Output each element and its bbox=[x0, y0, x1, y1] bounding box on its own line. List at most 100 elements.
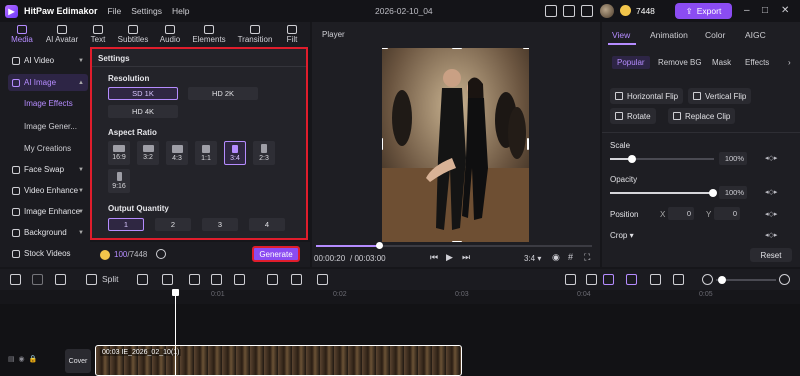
rotate-button[interactable]: Rotate bbox=[610, 108, 656, 124]
replace-clip-button[interactable]: Replace Clip bbox=[668, 108, 736, 124]
quantity-2[interactable]: 2 bbox=[155, 218, 191, 231]
delete-icon[interactable] bbox=[55, 274, 66, 285]
crop-handle[interactable] bbox=[382, 48, 388, 49]
tab-filter[interactable]: Filt bbox=[281, 22, 303, 47]
split-icon[interactable] bbox=[86, 274, 97, 285]
rotate-tool-icon[interactable] bbox=[211, 274, 222, 285]
sidebar-sub-image-generator[interactable]: Image Gener... bbox=[24, 122, 77, 131]
face-icon[interactable] bbox=[267, 274, 278, 285]
maximize-icon[interactable]: □ bbox=[762, 5, 768, 16]
fullscreen-icon[interactable]: ⛶ bbox=[584, 252, 590, 263]
magnet-icon[interactable] bbox=[603, 274, 614, 285]
scale-handle[interactable] bbox=[628, 155, 636, 163]
freeze-icon[interactable] bbox=[291, 274, 302, 285]
aspect-9-16[interactable]: 9:16 bbox=[108, 169, 130, 193]
crop-handle[interactable] bbox=[382, 138, 383, 150]
crop-handle[interactable] bbox=[452, 48, 462, 49]
aspect-2-3[interactable]: 2:3 bbox=[253, 141, 275, 165]
sidebar-item-ai-image[interactable]: AI Image ▲ bbox=[8, 74, 88, 91]
mirror-icon[interactable] bbox=[234, 274, 245, 285]
sidebar-item-face-swap[interactable]: Face Swap ▼ bbox=[8, 161, 88, 178]
aspect-select[interactable]: 3:4 ▾ bbox=[524, 254, 541, 263]
next-frame-icon[interactable]: ⏭ bbox=[462, 252, 470, 263]
scale-slider[interactable] bbox=[610, 155, 714, 163]
tab-ai-avatar[interactable]: AI Avatar bbox=[42, 22, 82, 47]
sidebar-sub-image-effects[interactable]: Image Effects bbox=[24, 99, 73, 108]
position-x-field[interactable]: 0 bbox=[668, 207, 694, 220]
opacity-handle[interactable] bbox=[709, 189, 717, 197]
prev-frame-icon[interactable]: ⏮ bbox=[430, 252, 438, 263]
tab-aigc[interactable]: AIGC bbox=[745, 30, 766, 40]
resolution-hd-4k[interactable]: HD 4K bbox=[108, 105, 178, 118]
menu-help[interactable]: Help bbox=[172, 6, 189, 16]
chevron-right-icon[interactable]: › bbox=[788, 58, 791, 67]
vertical-flip-button[interactable]: Vertical Flip bbox=[688, 88, 752, 104]
resolution-sd-1k[interactable]: SD 1K bbox=[108, 87, 178, 100]
crop-label[interactable]: Crop ▾ bbox=[610, 231, 634, 240]
voice-icon[interactable] bbox=[317, 274, 328, 285]
export-button[interactable]: ⇪ Export bbox=[675, 3, 732, 19]
position-y-field[interactable]: 0 bbox=[714, 207, 740, 220]
undo-icon[interactable] bbox=[10, 274, 21, 285]
sidebar-item-image-enhance[interactable]: Image Enhance ▼ bbox=[8, 203, 88, 220]
sidebar-item-ai-video[interactable]: AI Video ▼ bbox=[8, 52, 88, 69]
sidebar-sub-my-creations[interactable]: My Creations bbox=[24, 144, 71, 153]
playhead[interactable] bbox=[175, 290, 176, 376]
subtab-effects[interactable]: Effects bbox=[745, 58, 769, 67]
sidebar-item-background[interactable]: Background ▼ bbox=[8, 224, 88, 241]
zoom-slider[interactable] bbox=[716, 276, 776, 284]
link-icon[interactable] bbox=[626, 274, 637, 285]
aspect-16-9[interactable]: 16:9 bbox=[108, 141, 130, 165]
zoom-handle[interactable] bbox=[718, 276, 726, 284]
text-tool-icon[interactable] bbox=[137, 274, 148, 285]
quantity-4[interactable]: 4 bbox=[249, 218, 285, 231]
refresh-icon[interactable] bbox=[156, 249, 166, 259]
split-label[interactable]: Split bbox=[102, 274, 119, 284]
minimize-icon[interactable]: – bbox=[744, 5, 750, 16]
help-icon[interactable] bbox=[581, 5, 593, 17]
scrubber-handle[interactable] bbox=[376, 242, 383, 249]
unlink-icon[interactable] bbox=[650, 274, 661, 285]
keyframe-icon[interactable]: ◂◇▸ bbox=[765, 188, 777, 196]
play-icon[interactable]: ▶ bbox=[446, 252, 453, 263]
subtab-mask[interactable]: Mask bbox=[712, 58, 731, 67]
video-clip[interactable]: 00:03 IE_2026_02_10(1) bbox=[95, 345, 462, 376]
generate-button[interactable]: Generate bbox=[252, 246, 300, 262]
scale-value-field[interactable]: 100% bbox=[719, 152, 747, 165]
tab-media[interactable]: Media bbox=[8, 22, 36, 47]
close-icon[interactable]: ✕ bbox=[781, 5, 789, 16]
fit-icon[interactable] bbox=[673, 274, 684, 285]
zoom-in-icon[interactable] bbox=[779, 274, 790, 285]
aspect-3-2[interactable]: 3:2 bbox=[137, 141, 159, 165]
crop-handle[interactable] bbox=[527, 138, 529, 150]
aspect-1-1[interactable]: 1:1 bbox=[195, 141, 217, 165]
keyframe-icon[interactable]: ◂◇▸ bbox=[765, 231, 777, 239]
tab-audio[interactable]: Audio bbox=[156, 22, 184, 47]
timeline-ruler[interactable]: 0:01 0:02 0:03 0:04 0:05 bbox=[0, 290, 800, 304]
reset-button[interactable]: Reset bbox=[750, 248, 792, 262]
avatar[interactable] bbox=[600, 4, 614, 18]
keyframe-icon[interactable]: ◂◇▸ bbox=[765, 154, 777, 162]
snapshot-icon[interactable]: ◉ bbox=[552, 252, 560, 263]
speed-icon[interactable] bbox=[162, 274, 173, 285]
tab-animation[interactable]: Animation bbox=[650, 30, 688, 40]
redo-icon[interactable] bbox=[32, 274, 43, 285]
tab-view[interactable]: View bbox=[612, 30, 630, 40]
quantity-1[interactable]: 1 bbox=[108, 218, 144, 231]
menu-file[interactable]: File bbox=[108, 6, 122, 16]
cover-button[interactable]: Cover bbox=[65, 349, 91, 373]
track-controls[interactable]: ▤ ◉ 🔒 bbox=[8, 355, 37, 363]
aspect-3-4[interactable]: 3:4 bbox=[224, 141, 246, 165]
grid-icon[interactable]: # bbox=[568, 252, 573, 262]
resolution-hd-2k[interactable]: HD 2K bbox=[188, 87, 258, 100]
zoom-out-icon[interactable] bbox=[702, 274, 713, 285]
sidebar-item-video-enhance[interactable]: Video Enhance ▼ bbox=[8, 182, 88, 199]
crop-tool-icon[interactable] bbox=[189, 274, 200, 285]
opacity-value-field[interactable]: 100% bbox=[719, 186, 747, 199]
subtab-popular[interactable]: Popular bbox=[612, 56, 650, 69]
sidebar-item-stock-videos[interactable]: Stock Videos bbox=[8, 245, 88, 262]
tab-color[interactable]: Color bbox=[705, 30, 725, 40]
player-scrubber[interactable] bbox=[316, 242, 592, 249]
screen-record-icon[interactable] bbox=[586, 274, 597, 285]
menu-settings[interactable]: Settings bbox=[131, 6, 162, 16]
